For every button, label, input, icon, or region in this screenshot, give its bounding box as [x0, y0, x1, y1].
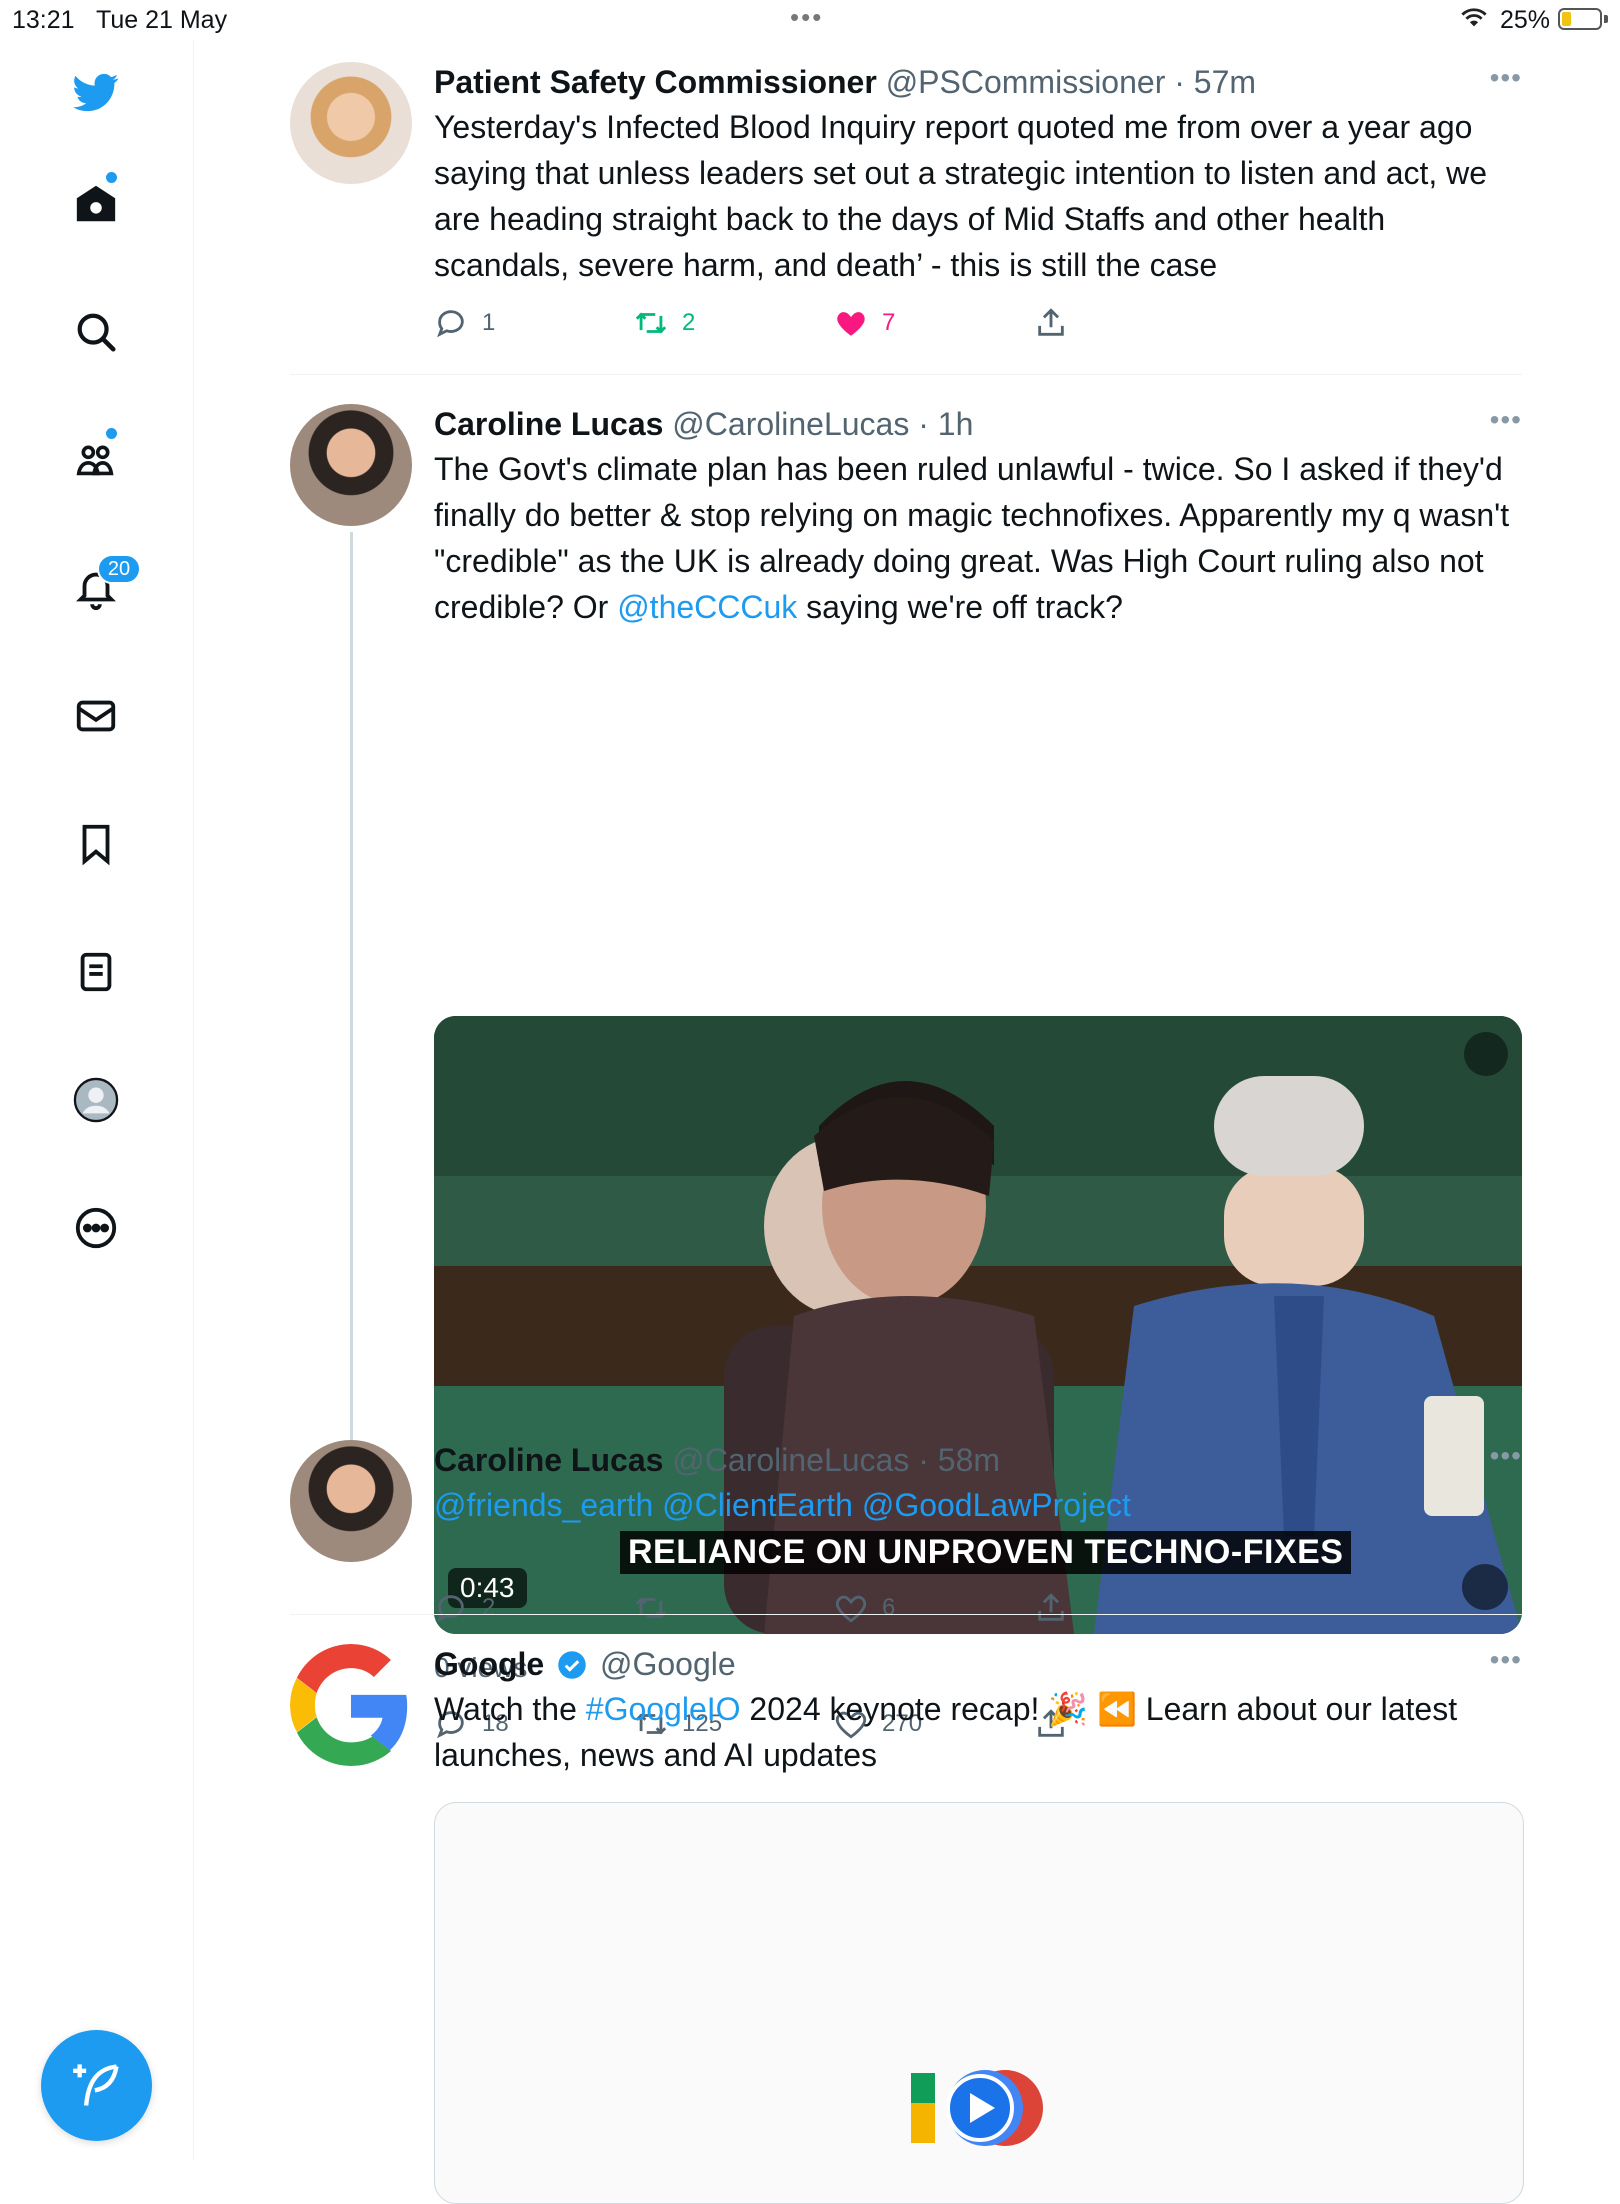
profile-icon[interactable] — [70, 1074, 122, 1126]
tweet-header: Patient Safety Commissioner @PSCommissio… — [434, 62, 1522, 102]
share-button[interactable] — [1034, 303, 1082, 343]
like-button[interactable]: 6 — [834, 1588, 895, 1628]
retweet-button[interactable]: 2 — [634, 303, 695, 343]
tweet-actions: 2 6 — [434, 1588, 1134, 1628]
battery-level — [1562, 12, 1571, 26]
search-icon[interactable] — [70, 306, 122, 358]
twitter-bird-icon[interactable] — [70, 66, 122, 118]
google-logo-avatar[interactable] — [290, 1644, 412, 1766]
heart-icon — [835, 1595, 867, 1623]
retweet-count: 2 — [682, 309, 696, 336]
communities-icon[interactable] — [70, 434, 122, 486]
tweet-actions: 1 2 7 — [434, 303, 1134, 343]
like-count: 6 — [882, 1594, 896, 1621]
google-io-logo-icon — [911, 2070, 1043, 2146]
share-icon — [1038, 1593, 1064, 1621]
avatar[interactable] — [290, 62, 412, 184]
tweet-text: The Govt's climate plan has been ruled u… — [434, 446, 1522, 630]
tweet[interactable]: Google @Google ••• Watch the #GoogleIO 2… — [290, 1644, 1524, 2204]
author-handle[interactable]: @PSCommissioner — [886, 64, 1166, 100]
home-notification-dot — [106, 172, 117, 183]
retweet-icon — [635, 312, 667, 334]
divider — [290, 374, 1522, 375]
share-icon — [1038, 308, 1064, 336]
status-date: Tue 21 May — [96, 6, 228, 34]
bookmarks-icon[interactable] — [70, 818, 122, 870]
compose-icon — [72, 2063, 119, 2106]
author-name[interactable]: Caroline Lucas — [434, 1442, 663, 1478]
tweet-time[interactable]: · 1h — [918, 406, 973, 442]
tweet-header: Caroline Lucas @CarolineLucas · 1h — [434, 404, 1522, 444]
tweet[interactable]: Caroline Lucas @CarolineLucas · 1h ••• T… — [290, 404, 1522, 1739]
author-handle[interactable]: @CarolineLucas — [672, 1442, 909, 1478]
reply-button[interactable]: 2 — [434, 1588, 495, 1628]
google-g-icon — [290, 1644, 408, 1766]
captions-icon[interactable] — [1464, 1032, 1508, 1076]
verified-badge-icon — [558, 1651, 586, 1679]
status-bar: 13:21 Tue 21 May ••• 25% — [0, 0, 1620, 40]
messages-icon[interactable] — [70, 690, 122, 742]
notifications-badge: 20 — [97, 554, 141, 584]
avatar[interactable] — [290, 1440, 412, 1562]
retweet-icon — [635, 1597, 667, 1619]
hashtag-link[interactable]: #GoogleIO — [586, 1691, 741, 1727]
tweet-header: Google @Google — [434, 1644, 1522, 1684]
retweet-button[interactable] — [634, 1588, 682, 1628]
author-handle[interactable]: @CarolineLucas — [672, 406, 909, 442]
battery-icon — [1558, 8, 1602, 30]
like-button[interactable]: 7 — [834, 303, 895, 343]
battery-nub — [1604, 15, 1608, 23]
reply-button[interactable]: 1 — [434, 303, 495, 343]
tweet-text: Watch the #GoogleIO 2024 keynote recap! … — [434, 1686, 1522, 1778]
tweet[interactable]: Caroline Lucas @CarolineLucas · 58m ••• … — [290, 1440, 1522, 1650]
author-handle[interactable]: @Google — [600, 1646, 736, 1682]
author-name[interactable]: Google — [434, 1646, 544, 1682]
media-card[interactable] — [434, 1802, 1524, 2204]
liked-heart-icon — [837, 312, 865, 336]
tweet-time[interactable]: · 58m — [918, 1442, 1000, 1478]
tweet-header: Caroline Lucas @CarolineLucas · 58m — [434, 1440, 1522, 1480]
multitasking-dots-icon[interactable]: ••• — [790, 2, 823, 33]
reply-count: 2 — [482, 1594, 496, 1621]
status-time: 13:21 — [12, 6, 75, 34]
compose-button[interactable] — [41, 2030, 152, 2141]
like-count: 7 — [882, 309, 896, 336]
home-icon[interactable] — [70, 178, 122, 230]
mention-link[interactable]: @theCCCuk — [617, 589, 797, 625]
lists-icon[interactable] — [70, 946, 122, 998]
tweet[interactable]: Patient Safety Commissioner @PSCommissio… — [290, 62, 1522, 410]
tweet-text-part: Watch the — [434, 1691, 586, 1727]
communities-notification-dot — [106, 428, 117, 439]
wifi-icon — [1461, 8, 1487, 27]
reply-icon — [437, 1595, 464, 1623]
author-name[interactable]: Caroline Lucas — [434, 406, 663, 442]
tweet-text-part: saying we're off track? — [797, 589, 1123, 625]
avatar[interactable] — [290, 404, 412, 526]
tweet-text: Yesterday's Infected Blood Inquiry repor… — [434, 109, 1488, 283]
reply-count: 1 — [482, 309, 496, 336]
share-button[interactable] — [1034, 1588, 1082, 1628]
mention-links[interactable]: @friends_earth @ClientEarth @GoodLawProj… — [434, 1482, 1522, 1528]
reply-icon — [437, 310, 464, 338]
battery-percent: 25% — [1500, 6, 1551, 34]
more-options-icon[interactable]: ••• — [1490, 62, 1522, 94]
more-options-icon[interactable]: ••• — [1490, 404, 1522, 436]
more-options-icon[interactable]: ••• — [1490, 1440, 1522, 1472]
more-options-icon[interactable]: ••• — [1490, 1644, 1522, 1676]
tweet-time[interactable]: · 57m — [1174, 64, 1256, 100]
more-icon[interactable] — [70, 1202, 122, 1254]
author-name[interactable]: Patient Safety Commissioner — [434, 64, 877, 100]
divider — [290, 1614, 1522, 1615]
sidebar-nav: 20 — [0, 40, 194, 2160]
